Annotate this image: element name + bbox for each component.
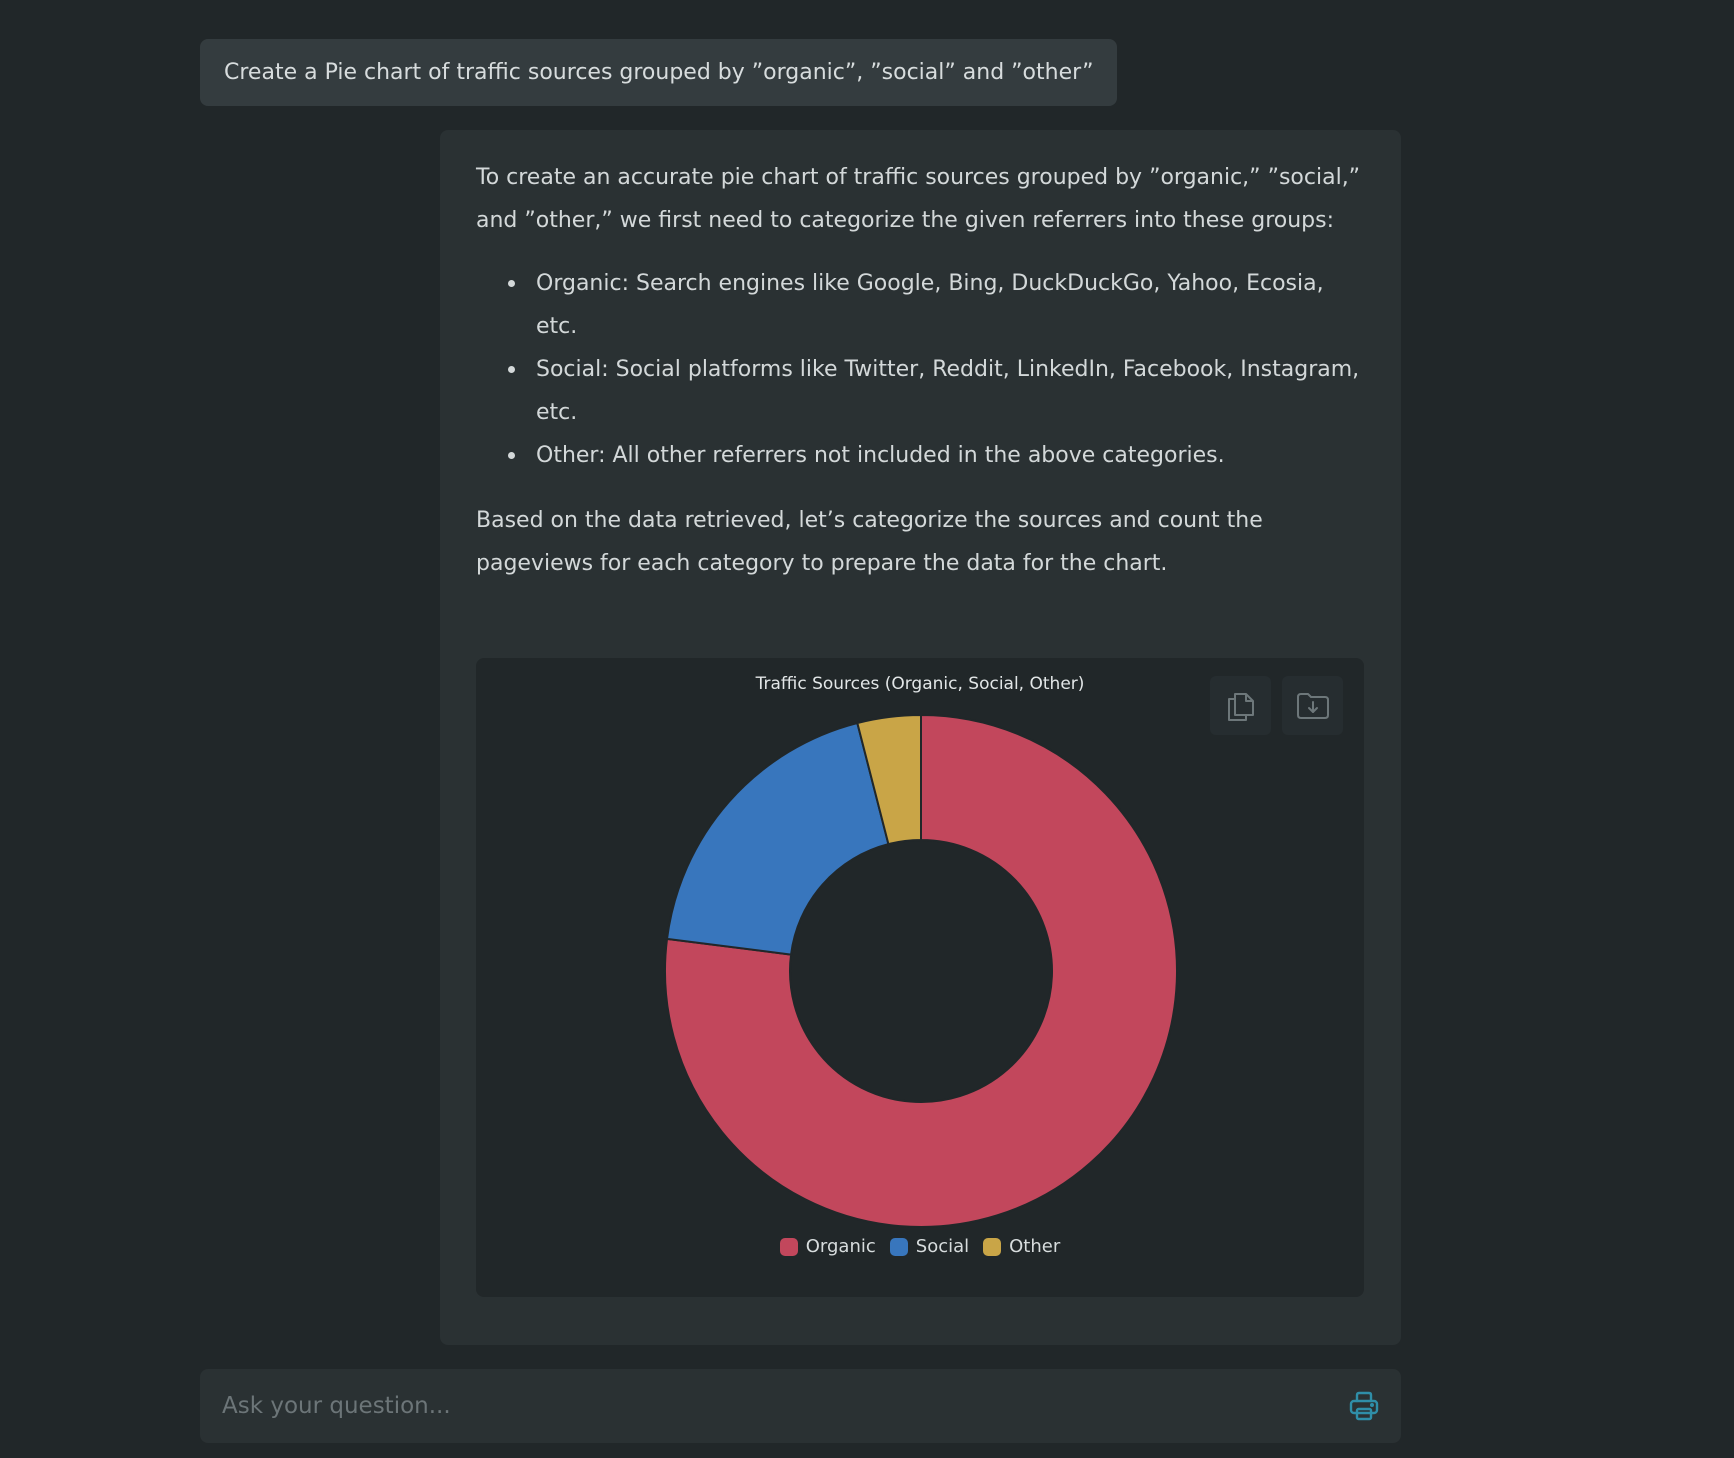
list-item: Other: All other referrers not included … [500, 434, 1365, 477]
chart-legend: Organic Social Other [476, 1236, 1364, 1257]
printer-icon [1349, 1391, 1379, 1421]
assistant-message: To create an accurate pie chart of traff… [440, 130, 1401, 1345]
chart-card: Traffic Sources (Organic, Social, Other)… [476, 658, 1364, 1297]
donut-chart [664, 713, 1178, 1228]
assistant-intro: To create an accurate pie chart of traff… [476, 165, 1361, 233]
category-list: Organic: Search engines like Google, Bin… [476, 262, 1365, 477]
question-input-bar [200, 1369, 1401, 1443]
legend-swatch [889, 1237, 908, 1256]
legend-label: Organic [805, 1236, 876, 1257]
download-chart-button[interactable] [1282, 676, 1343, 735]
legend-item-social[interactable]: Social [889, 1236, 970, 1257]
pie-slice-social[interactable] [665, 721, 890, 956]
legend-label: Social [915, 1236, 970, 1257]
send-button[interactable] [1345, 1387, 1383, 1425]
list-item: Social: Social platforms like Twitter, R… [500, 348, 1365, 434]
question-input[interactable] [200, 1369, 1300, 1443]
copy-chart-button[interactable] [1210, 676, 1271, 735]
copy-icon [1227, 692, 1254, 721]
legend-label: Other [1009, 1236, 1061, 1257]
assistant-outro: Based on the data retrieved, let’s categ… [476, 508, 1263, 576]
folder-download-icon [1296, 692, 1329, 719]
legend-swatch [779, 1237, 798, 1256]
user-message-text: Create a Pie chart of traffic sources gr… [224, 60, 1094, 85]
legend-item-other[interactable]: Other [983, 1236, 1060, 1257]
user-message: Create a Pie chart of traffic sources gr… [200, 39, 1118, 106]
legend-swatch [983, 1237, 1002, 1256]
list-item: Organic: Search engines like Google, Bin… [500, 262, 1365, 348]
legend-item-organic[interactable]: Organic [779, 1236, 876, 1257]
